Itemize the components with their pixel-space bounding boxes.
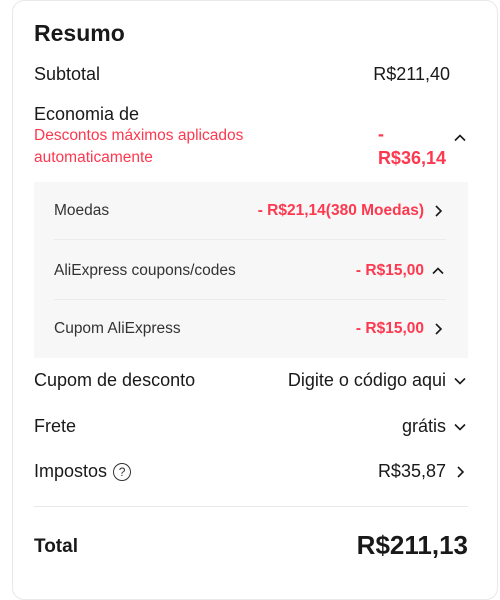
savings-value: R$36,14 bbox=[377, 148, 446, 168]
coupon-code-input[interactable]: Digite o código aqui bbox=[288, 370, 446, 391]
breakdown-value: - R$15,00 bbox=[355, 320, 424, 337]
savings-amount: - R$36,14 bbox=[378, 122, 446, 170]
breakdown-label: Moedas bbox=[54, 202, 110, 219]
shipping-row[interactable]: Frete grátis bbox=[34, 416, 468, 437]
shipping-value: grátis bbox=[401, 416, 446, 436]
help-icon[interactable]: ? bbox=[113, 462, 132, 481]
breakdown-value: - R$15,00 bbox=[355, 262, 424, 279]
breakdown-label: Cupom AliExpress bbox=[54, 320, 181, 337]
chevron-right-icon[interactable] bbox=[430, 203, 446, 219]
tax-row[interactable]: Impostos ? R$35,87 bbox=[34, 461, 468, 482]
total-value: R$211,13 bbox=[356, 530, 468, 560]
chevron-up-icon[interactable] bbox=[430, 263, 446, 279]
subtotal-value: R$211,40 bbox=[373, 64, 450, 84]
total-label: Total bbox=[34, 536, 78, 557]
breakdown-value: - R$21,14(380 Moedas) bbox=[257, 202, 424, 219]
chevron-right-icon[interactable] bbox=[430, 321, 446, 337]
breakdown-label: AliExpress coupons/codes bbox=[54, 262, 236, 279]
tax-value: R$35,87 bbox=[377, 461, 446, 481]
summary-title: Resumo bbox=[34, 20, 125, 46]
chevron-right-icon[interactable] bbox=[452, 464, 468, 480]
chevron-down-icon[interactable] bbox=[452, 419, 468, 435]
savings-label: Economia de bbox=[34, 104, 140, 124]
chevron-down-icon[interactable] bbox=[452, 373, 468, 389]
subtotal-row: Subtotal R$211,40 bbox=[34, 64, 468, 85]
savings-row[interactable]: Economia de Descontos máximos aplicados … bbox=[34, 104, 468, 174]
breakdown-row-coupons-codes[interactable]: AliExpress coupons/codes - R$15,00 bbox=[54, 242, 446, 300]
savings-sign: - bbox=[377, 124, 384, 144]
shipping-label: Frete bbox=[34, 416, 77, 436]
total-divider bbox=[34, 506, 468, 507]
savings-note-line1: Descontos máximos aplicados bbox=[34, 127, 244, 144]
breakdown-row-coins[interactable]: Moedas - R$21,14(380 Moedas) bbox=[54, 182, 446, 240]
coupon-row[interactable]: Cupom de desconto Digite o código aqui bbox=[34, 370, 468, 391]
tax-label: Impostos bbox=[34, 461, 108, 481]
chevron-up-icon[interactable] bbox=[452, 130, 468, 146]
breakdown-row-aliexpress-coupon[interactable]: Cupom AliExpress - R$15,00 bbox=[54, 300, 446, 358]
savings-breakdown-panel: Moedas - R$21,14(380 Moedas) AliExpress … bbox=[34, 182, 468, 358]
subtotal-label: Subtotal bbox=[34, 64, 101, 84]
savings-note-line2: automaticamente bbox=[34, 149, 153, 166]
coupon-label: Cupom de desconto bbox=[34, 370, 196, 390]
